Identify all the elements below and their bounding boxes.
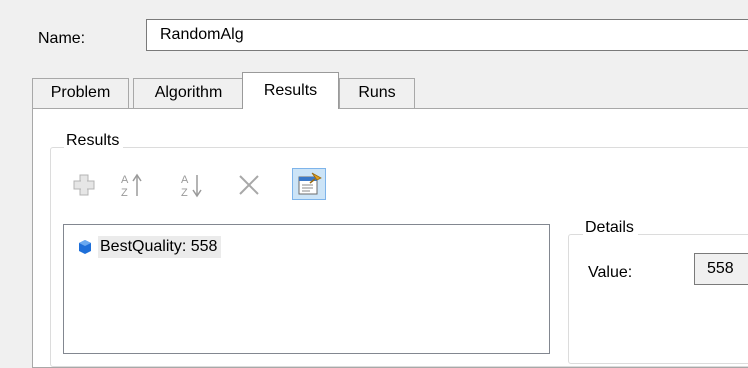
- svg-text:Z: Z: [121, 187, 128, 199]
- remove-icon: [239, 175, 259, 195]
- properties-icon: [298, 172, 322, 195]
- sort-ascending-icon: A Z: [121, 173, 142, 199]
- results-group-title: Results: [64, 132, 124, 150]
- tab-algorithm[interactable]: Algorithm: [133, 78, 244, 108]
- svg-text:A: A: [181, 174, 189, 186]
- value-label: Value:: [588, 264, 633, 281]
- list-item[interactable]: BestQuality: 558: [78, 235, 222, 259]
- add-icon: [73, 174, 95, 196]
- name-label: Name:: [38, 30, 86, 47]
- tab-problem[interactable]: Problem: [32, 78, 129, 108]
- sort-descending-icon: A Z: [181, 174, 202, 199]
- add-button[interactable]: [69, 170, 99, 200]
- svg-text:A: A: [121, 174, 129, 186]
- remove-button[interactable]: [234, 170, 264, 200]
- sort-ascending-button[interactable]: A Z: [117, 170, 147, 200]
- result-value-icon: [79, 240, 91, 254]
- tab-results[interactable]: Results: [242, 72, 339, 109]
- details-group-title: Details: [583, 219, 638, 237]
- name-input[interactable]: RandomAlg: [146, 19, 748, 51]
- list-item-label: BestQuality: 558: [98, 236, 222, 258]
- value-field[interactable]: 558: [694, 253, 748, 285]
- sort-descending-button[interactable]: A Z: [177, 170, 207, 200]
- properties-button[interactable]: [292, 168, 326, 200]
- tab-runs[interactable]: Runs: [339, 78, 415, 108]
- svg-text:Z: Z: [181, 187, 188, 199]
